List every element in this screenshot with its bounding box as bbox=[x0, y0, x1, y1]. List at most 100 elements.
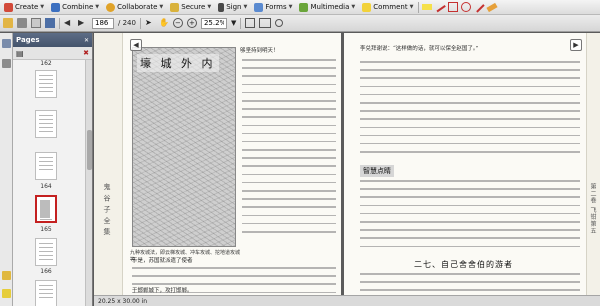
right-page: 李兑拜谢说：“这样做的话，就可以保全赵国了。” 智慧点睛 二七、自己舍舍伯的游者… bbox=[344, 33, 600, 295]
right-text-column-1 bbox=[360, 61, 580, 159]
chevron-down-icon: ▼ bbox=[409, 4, 414, 10]
chevron-down-icon: ▼ bbox=[351, 4, 356, 10]
pencil-tool-icon[interactable] bbox=[473, 1, 486, 13]
pages-panel-tools: ▤ ✖ bbox=[13, 47, 92, 60]
scrollbar-thumb[interactable] bbox=[87, 130, 92, 170]
left-running-title: 鬼 谷 子 全 集 bbox=[103, 183, 111, 236]
right-paragraph-top: 李兑拜谢说：“这样做的话，就可以保全赵国了。” bbox=[360, 46, 479, 52]
page-thumbnail[interactable] bbox=[35, 152, 57, 180]
select-tool-icon[interactable]: ➤ bbox=[145, 18, 155, 28]
section-heading: 二七、自己舍舍伯的游者 bbox=[414, 260, 513, 269]
chevron-down-icon: ▼ bbox=[159, 4, 164, 10]
zoom-dropdown-icon[interactable]: ▼ bbox=[231, 19, 236, 27]
print-icon[interactable] bbox=[17, 18, 27, 28]
zoom-out-icon[interactable]: − bbox=[172, 18, 183, 28]
bookmarks-icon[interactable] bbox=[2, 59, 11, 68]
sign-label: Sign bbox=[226, 3, 242, 11]
collaborate-icon bbox=[106, 2, 116, 12]
forms-menu[interactable]: Forms ▼ bbox=[252, 1, 294, 14]
delete-page-icon[interactable]: ✖ bbox=[83, 49, 89, 57]
fit-page-icon[interactable] bbox=[245, 18, 256, 28]
toolbar-divider bbox=[59, 17, 60, 29]
page-size-readout: 20.25 x 30.00 in bbox=[98, 297, 148, 305]
create-icon bbox=[4, 2, 13, 12]
pages-panel-icon[interactable] bbox=[2, 39, 11, 48]
create-label: Create bbox=[15, 3, 39, 11]
page-number-input[interactable] bbox=[92, 17, 114, 29]
collaborate-menu[interactable]: Collaborate ▼ bbox=[104, 1, 165, 14]
page-nav-arrow-icon[interactable]: ◀ bbox=[130, 39, 142, 51]
options-icon[interactable]: ▤ bbox=[16, 49, 24, 58]
multimedia-icon bbox=[299, 2, 309, 12]
oval-tool-icon[interactable] bbox=[461, 2, 472, 12]
thumbnail-label: 162 bbox=[40, 60, 52, 67]
next-page-icon[interactable]: ▶ bbox=[78, 18, 88, 28]
thumbnail-scrollbar[interactable] bbox=[85, 60, 92, 306]
chevron-down-icon: ▼ bbox=[207, 4, 212, 10]
open-icon[interactable] bbox=[3, 18, 13, 28]
chevron-down-icon: ▼ bbox=[288, 4, 293, 10]
close-panel-icon[interactable]: ✕ bbox=[84, 37, 89, 44]
rectangle-tool-icon[interactable] bbox=[448, 2, 459, 12]
page-total: / 240 bbox=[118, 19, 136, 27]
combine-label: Combine bbox=[62, 3, 94, 11]
multimedia-menu[interactable]: Multimedia ▼ bbox=[297, 1, 357, 14]
page-thumbnail[interactable] bbox=[35, 280, 57, 306]
toolbar-divider bbox=[418, 1, 420, 13]
toolbar-divider bbox=[139, 17, 141, 29]
zoom-in-icon[interactable]: + bbox=[186, 18, 197, 28]
thumbnail-label: 166 bbox=[40, 268, 52, 275]
page-thumbnail[interactable] bbox=[35, 70, 57, 98]
page-thumbnail[interactable] bbox=[35, 110, 57, 138]
page-thumbnail[interactable] bbox=[35, 238, 57, 266]
pages-panel-header: Pages ✕ bbox=[13, 33, 92, 47]
fit-width-icon[interactable] bbox=[259, 18, 272, 28]
forms-label: Forms bbox=[265, 3, 287, 11]
combine-menu[interactable]: Combine ▼ bbox=[49, 1, 101, 14]
highlight-tool-icon[interactable] bbox=[422, 4, 433, 10]
left-text-column bbox=[242, 59, 336, 239]
zoom-level-input[interactable] bbox=[200, 17, 227, 29]
attachments-icon[interactable] bbox=[2, 271, 11, 280]
main-toolbar: Create ▼ Combine ▼ Collaborate ▼ Secure … bbox=[0, 0, 600, 15]
page-nav-arrow-icon[interactable]: ▶ bbox=[570, 39, 582, 51]
find-icon[interactable] bbox=[275, 19, 284, 27]
hand-tool-icon[interactable]: ✋ bbox=[159, 18, 169, 28]
secure-label: Secure bbox=[181, 3, 206, 11]
forms-icon bbox=[254, 2, 264, 12]
eraser-tool-icon[interactable] bbox=[486, 2, 499, 12]
save-icon[interactable] bbox=[45, 18, 55, 28]
pen-icon bbox=[218, 2, 225, 12]
multimedia-label: Multimedia bbox=[310, 3, 350, 11]
left-text-top: 够坚持到明天！ bbox=[240, 48, 279, 54]
chevron-down-icon: ▼ bbox=[95, 4, 100, 10]
thumbnail-label: 165 bbox=[40, 226, 52, 233]
illustration-figure: 壕 城 外 内 bbox=[132, 47, 236, 247]
section-tag: 智慧点睛 bbox=[360, 165, 394, 177]
figure-title: 壕 城 外 内 bbox=[137, 54, 219, 72]
pages-panel-title: Pages bbox=[16, 36, 40, 44]
comment-label: Comment bbox=[373, 3, 408, 11]
previous-page-icon[interactable]: ◀ bbox=[64, 18, 74, 28]
left-paragraph-1: 于是，苏国就派遣了使者 bbox=[132, 258, 193, 264]
document-viewport[interactable]: 鬼 谷 子 全 集 壕 城 外 内 九种攻城法，即云梯攻城、冲车攻城、挖地道攻城… bbox=[94, 33, 600, 295]
status-bar: 20.25 x 30.00 in bbox=[94, 295, 600, 306]
sign-menu[interactable]: Sign ▼ bbox=[216, 1, 249, 14]
page-thumbnail-selected[interactable] bbox=[35, 195, 57, 223]
create-menu[interactable]: Create ▼ bbox=[2, 1, 46, 14]
line-tool-icon[interactable] bbox=[434, 1, 447, 13]
right-page-margin: 第二卷 飞钳第五 bbox=[586, 33, 600, 295]
pages-panel: Pages ✕ ▤ ✖ 162 164 165 166 bbox=[13, 33, 93, 306]
navigation-rail bbox=[0, 33, 13, 306]
combine-icon bbox=[51, 2, 61, 12]
chevron-down-icon: ▼ bbox=[243, 4, 248, 10]
comment-icon bbox=[362, 2, 372, 12]
thumbnail-label: 164 bbox=[40, 183, 52, 190]
email-icon[interactable] bbox=[31, 18, 41, 28]
right-text-column-2 bbox=[360, 180, 580, 254]
comments-icon[interactable] bbox=[2, 289, 11, 298]
secure-menu[interactable]: Secure ▼ bbox=[168, 1, 213, 14]
comment-menu[interactable]: Comment ▼ bbox=[360, 1, 415, 14]
left-page: 鬼 谷 子 全 集 壕 城 外 内 九种攻城法，即云梯攻城、冲车攻城、挖地道攻城… bbox=[94, 33, 341, 295]
navigation-toolbar: ◀ ▶ / 240 ➤ ✋ − + ▼ bbox=[0, 15, 600, 32]
